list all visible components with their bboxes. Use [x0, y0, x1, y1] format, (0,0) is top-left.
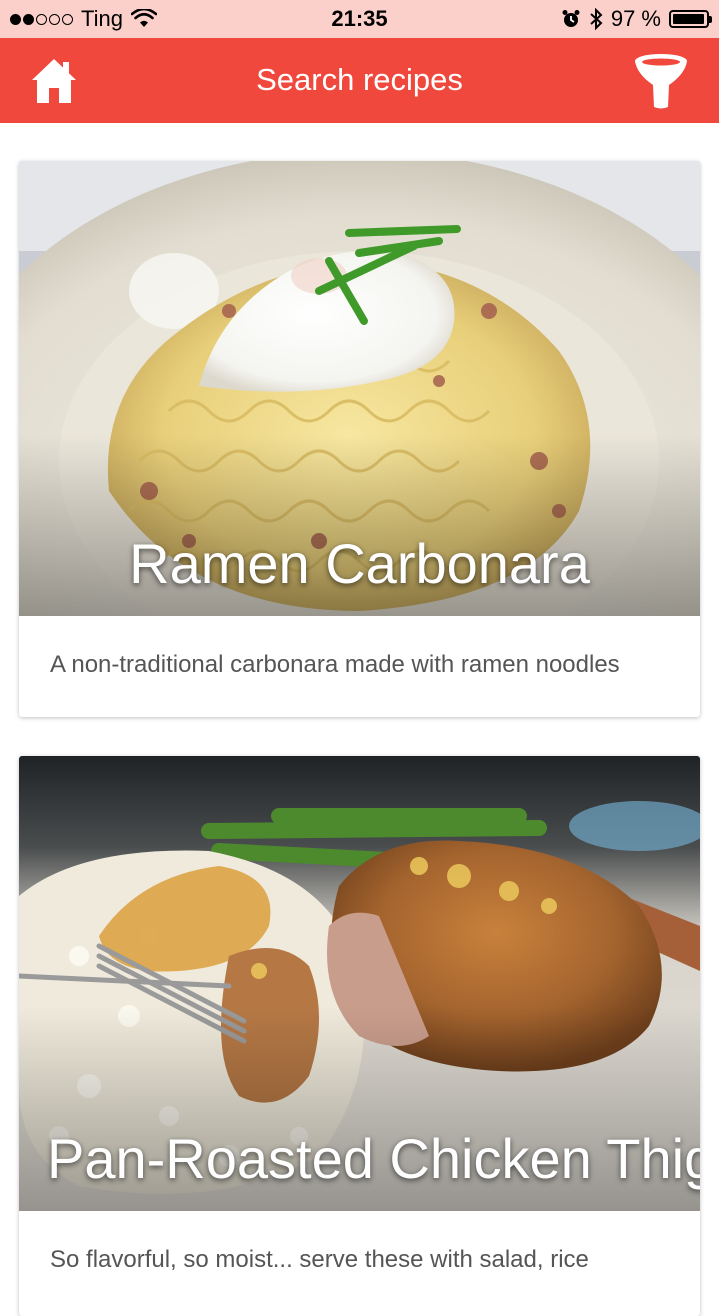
recipe-card[interactable]: Ramen Carbonara A non-traditional carbon…	[19, 161, 700, 717]
status-bar-right: 97 %	[561, 6, 712, 31]
alarm-icon	[562, 10, 580, 27]
filter-funnel-icon[interactable]	[633, 52, 689, 110]
recipe-image[interactable]: Pan-Roasted Chicken Thighs	[19, 756, 700, 1211]
bluetooth-icon	[590, 8, 603, 30]
recipe-title: Pan-Roasted Chicken Thighs	[47, 1127, 700, 1190]
recipe-title: Ramen Carbonara	[129, 532, 590, 595]
recipe-image[interactable]: Ramen Carbonara	[19, 161, 700, 616]
recipe-description: So flavorful, so moist... serve these wi…	[50, 1246, 589, 1273]
recipe-description: A non-traditional carbonara made with ra…	[50, 651, 620, 678]
battery-percent: 97 %	[610, 6, 661, 31]
navigation-bar: Search recipes	[0, 38, 719, 123]
recipe-card[interactable]: Pan-Roasted Chicken Thighs So flavorful,…	[19, 756, 700, 1316]
battery-icon	[669, 10, 712, 28]
page-title: Search recipes	[256, 62, 463, 97]
status-bar: Ting 21:35 97 %	[0, 0, 719, 38]
